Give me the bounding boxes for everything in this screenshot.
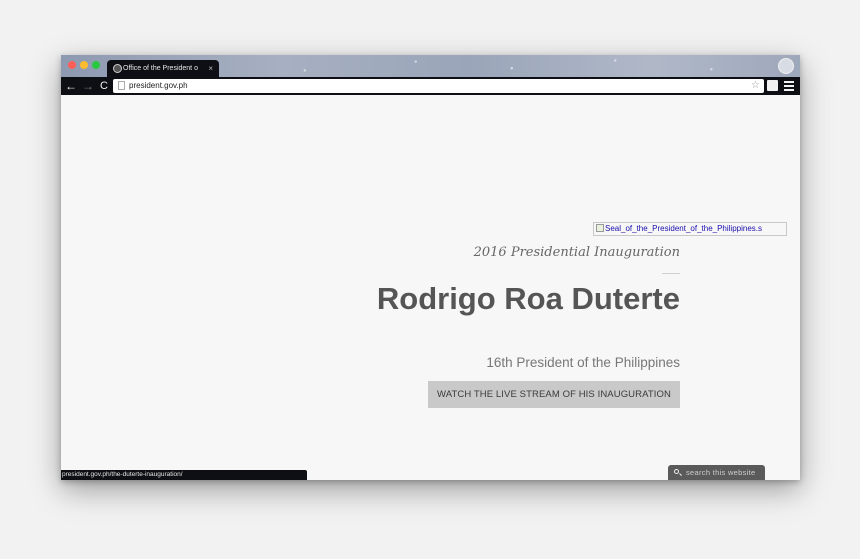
forward-arrow-icon[interactable]: → (81, 78, 95, 94)
reload-icon[interactable]: C (97, 78, 111, 94)
president-role: 16th President of the Philippines (486, 355, 680, 370)
event-subtitle: 2016 Presidential Inauguration (473, 245, 680, 260)
address-url[interactable]: president.gov.ph (129, 79, 188, 93)
active-tab[interactable]: Office of the President o × (107, 60, 219, 77)
menu-hamburger-icon[interactable] (783, 79, 795, 93)
watch-live-stream-button[interactable]: WATCH THE LIVE STREAM OF HIS INAUGURATIO… (428, 381, 680, 408)
page-content: Seal_of_the_President_of_the_Philippines… (61, 95, 800, 480)
profile-avatar-icon[interactable] (778, 58, 794, 74)
close-window-button[interactable] (68, 61, 76, 69)
status-bar: president.gov.ph/the-duterte-inauguratio… (61, 470, 307, 480)
tab-strip: Office of the President o × (61, 55, 800, 77)
site-search-button[interactable]: search this website (668, 465, 765, 480)
bookmark-star-icon[interactable]: ☆ (751, 79, 760, 93)
address-bar[interactable]: president.gov.ph ☆ (113, 79, 764, 93)
seal-image-broken: Seal_of_the_President_of_the_Philippines… (593, 222, 787, 236)
search-label: search this website (686, 468, 756, 477)
tab-close-icon[interactable]: × (208, 60, 213, 77)
extension-icon[interactable] (767, 80, 778, 91)
search-icon (674, 469, 679, 474)
seal-favicon-icon (113, 64, 122, 73)
back-arrow-icon[interactable]: ← (64, 78, 78, 94)
president-name-heading: Rodrigo Roa Duterte (376, 281, 680, 316)
broken-image-icon (596, 224, 604, 232)
minimize-window-button[interactable] (80, 61, 88, 69)
browser-toolbar: ← → C president.gov.ph ☆ (61, 77, 800, 95)
page-icon (118, 81, 125, 90)
tab-title: Office of the President o (123, 65, 198, 72)
seal-alt-text: Seal_of_the_President_of_the_Philippines… (605, 224, 763, 233)
divider (662, 273, 680, 274)
browser-window: Office of the President o × ← → C presid… (61, 55, 800, 480)
zoom-window-button[interactable] (92, 61, 100, 69)
